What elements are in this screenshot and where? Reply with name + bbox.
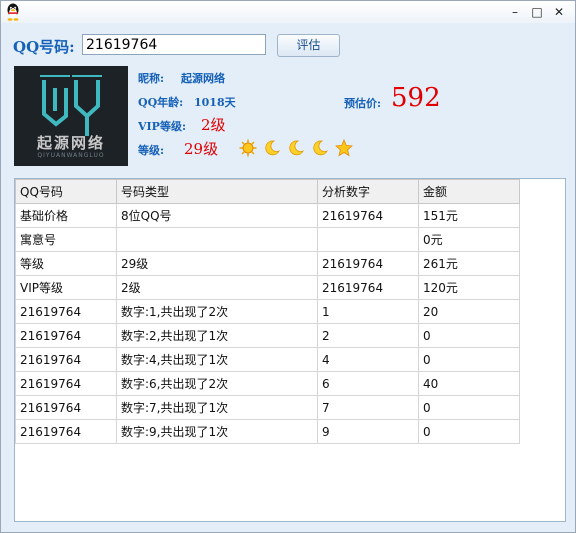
avatar-logo-text: 起源网络 [36,134,105,152]
level-icons [239,139,354,157]
moon-icon [289,140,305,156]
table-cell: 261元 [418,251,520,276]
moon-icon [313,140,329,156]
table-cell: 29级 [116,251,318,276]
level-value: 29级 [184,140,219,158]
table-row[interactable]: 寓意号 0元 [15,227,520,252]
table-cell: 120元 [418,275,520,300]
qq-age-value: 1018天 [194,96,236,109]
table-cell: 6 [317,371,419,396]
sun-icon [239,139,257,157]
table-cell: 数字:7,共出现了1次 [116,395,318,420]
table-row[interactable]: VIP等级 2级 21619764 120元 [15,275,520,300]
estimated-price-value: 592 [391,83,441,113]
table-cell [317,227,419,252]
avatar: 起源网络 QIYUANWANGLUO [14,66,128,166]
vip-level-value: 2级 [201,116,226,134]
qq-penguin-icon [7,3,19,21]
column-header-type[interactable]: 号码类型 [116,179,318,204]
table-cell: 21619764 [15,299,117,324]
table-cell: 基础价格 [15,203,117,228]
table-row[interactable]: 21619764 数字:2,共出现了1次 2 0 [15,323,520,348]
table-cell: 151元 [418,203,520,228]
table-cell: 40 [418,371,520,396]
table-cell: 0 [418,419,520,444]
star-icon [335,139,354,157]
avatar-logo-subtext: QIYUANWANGLUO [37,152,105,159]
title-bar: – □ ✕ [1,1,575,23]
table-cell: 21619764 [317,203,419,228]
nickname-label: 昵称: [138,72,165,85]
table-row[interactable]: 21619764 数字:7,共出现了1次 7 0 [15,395,520,420]
table-cell: 21619764 [15,323,117,348]
table-cell: 21619764 [15,395,117,420]
moon-icon [265,140,280,156]
level-label: 等级: [138,144,165,157]
table-cell: 7 [317,395,419,420]
table-cell [116,227,318,252]
table-cell: 21619764 [317,275,419,300]
table-cell: 20 [418,299,520,324]
column-header-qq[interactable]: QQ号码 [15,179,117,204]
table-cell: 数字:1,共出现了2次 [116,299,318,324]
table-row[interactable]: 21619764 数字:9,共出现了1次 9 0 [15,419,520,444]
estimated-price-label: 预估价: [344,97,382,110]
qq-age-label: QQ年龄: [138,96,184,109]
table-row[interactable]: 21619764 数字:4,共出现了1次 4 0 [15,347,520,372]
minimize-button[interactable]: – [505,4,525,20]
vip-level-label: VIP等级: [138,120,187,133]
table-cell: 9 [317,419,419,444]
nickname-value: 起源网络 [181,72,225,85]
column-header-digit[interactable]: 分析数字 [317,179,419,204]
table-cell: 4 [317,347,419,372]
table-row[interactable]: 基础价格 8位QQ号 21619764 151元 [15,203,520,228]
table-cell: 数字:6,共出现了2次 [116,371,318,396]
table-cell: 8位QQ号 [116,203,318,228]
table-header-row: QQ号码 号码类型 分析数字 金额 [15,179,520,204]
table-cell: 0 [418,323,520,348]
maximize-button[interactable]: □ [527,4,547,20]
table-row[interactable]: 等级 29级 21619764 261元 [15,251,520,276]
main-panel: QQ号码: 评估 起源网络 QIYUANWANGLUO 昵称: 起源网络 QQ年… [1,23,575,532]
table-cell: 0 [418,347,520,372]
table-cell: 21619764 [15,371,117,396]
result-table: QQ号码 号码类型 分析数字 金额 基础价格 8位QQ号 21619764 15… [15,179,520,444]
close-button[interactable]: ✕ [549,4,569,20]
table-cell: VIP等级 [15,275,117,300]
table-cell: 21619764 [15,419,117,444]
table-cell: 0元 [418,227,520,252]
table-cell: 0 [418,395,520,420]
qq-number-input[interactable] [82,34,266,55]
table-cell: 数字:4,共出现了1次 [116,347,318,372]
table-row[interactable]: 21619764 数字:1,共出现了2次 1 20 [15,299,520,324]
table-cell: 数字:2,共出现了1次 [116,323,318,348]
result-grid[interactable]: QQ号码 号码类型 分析数字 金额 基础价格 8位QQ号 21619764 15… [14,178,566,522]
table-cell: 1 [317,299,419,324]
app-window: – □ ✕ QQ号码: 评估 起源网络 QIYUANWANGLUO 昵称: 起源… [0,0,576,533]
qq-number-label: QQ号码: [13,38,75,56]
column-header-amount[interactable]: 金额 [418,179,520,204]
table-cell: 21619764 [317,251,419,276]
table-cell: 数字:9,共出现了1次 [116,419,318,444]
table-cell: 2级 [116,275,318,300]
table-cell: 2 [317,323,419,348]
evaluate-button[interactable]: 评估 [277,34,340,57]
table-row[interactable]: 21619764 数字:6,共出现了2次 6 40 [15,371,520,396]
table-cell: 等级 [15,251,117,276]
table-cell: 21619764 [15,347,117,372]
table-cell: 寓意号 [15,227,117,252]
